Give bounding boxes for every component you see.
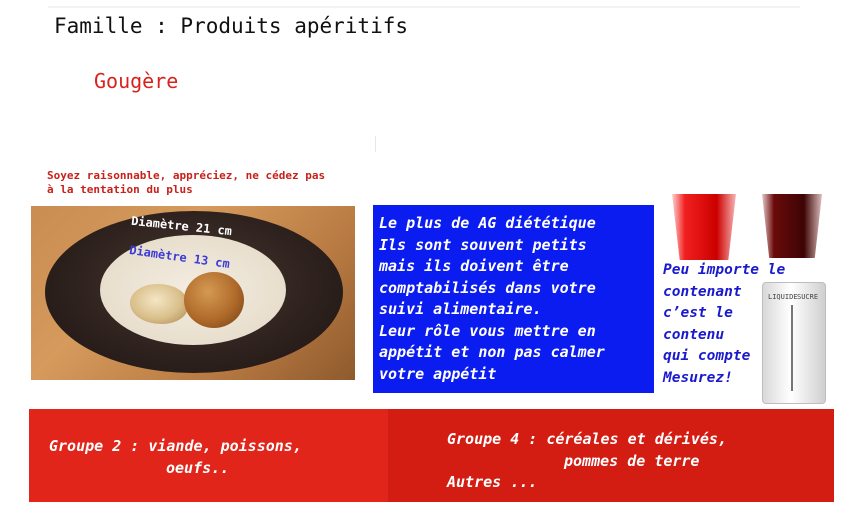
group-4-line: pommes de terre [564,451,700,470]
info-line: Ils sont souvent petits [379,235,587,254]
measure-line: Peu importe le [663,262,786,278]
top-divider [48,6,800,8]
dark-cup-image [762,194,822,258]
decorative-mark [375,136,376,152]
group-2-text: Groupe 2 : viande, poissons, oeufs.. [49,436,369,479]
advice-text: Soyez raisonnable, appréciez, ne cédez p… [47,169,326,196]
info-line: Le plus de AG diététique [379,214,596,232]
group-4-line: Groupe 4 : céréales et dérivés, [447,430,727,448]
gougere-piece-whole [184,272,244,328]
page-title: Famille : Produits apéritifs [54,14,409,38]
jug-label-sucre: SUCRE [797,293,819,301]
info-line: votre appétit [379,364,497,383]
info-line: Leur rôle vous mettre en [379,321,596,340]
info-text: Le plus de AG diététique Ils sont souven… [379,213,654,385]
measure-line: c’est le [663,305,733,321]
info-line: appétit et non pas calmer [379,343,605,361]
info-line: suivi alimentaire. [379,300,542,318]
group-2-line: Groupe 2 : viande, poissons, [49,437,302,455]
measure-line: Mesurez! [663,369,733,386]
info-box: Le plus de AG diététique Ils sont souven… [373,205,654,393]
measure-line: contenu [663,326,725,343]
red-cup-image [672,194,736,260]
group-4-line: Autres ... [447,473,538,491]
food-group-band: Groupe 2 : viande, poissons, oeufs.. Gro… [29,409,834,502]
info-line: comptabilisés dans votre [379,278,596,297]
measure-text: Peu importe le contenant c’est le conten… [663,260,793,389]
product-name: Gougère [94,69,179,93]
group-4-text: Groupe 4 : céréales et dérivés, pommes d… [447,429,827,494]
gougere-photo: Diamètre 21 cm Diamètre 13 cm [31,206,355,380]
group-2-line: oeufs.. [166,458,230,477]
gougere-piece-open [130,284,188,324]
measure-line: contenant [663,283,742,300]
measure-line: qui compte [663,348,751,364]
info-line: mais ils doivent être [379,257,569,275]
